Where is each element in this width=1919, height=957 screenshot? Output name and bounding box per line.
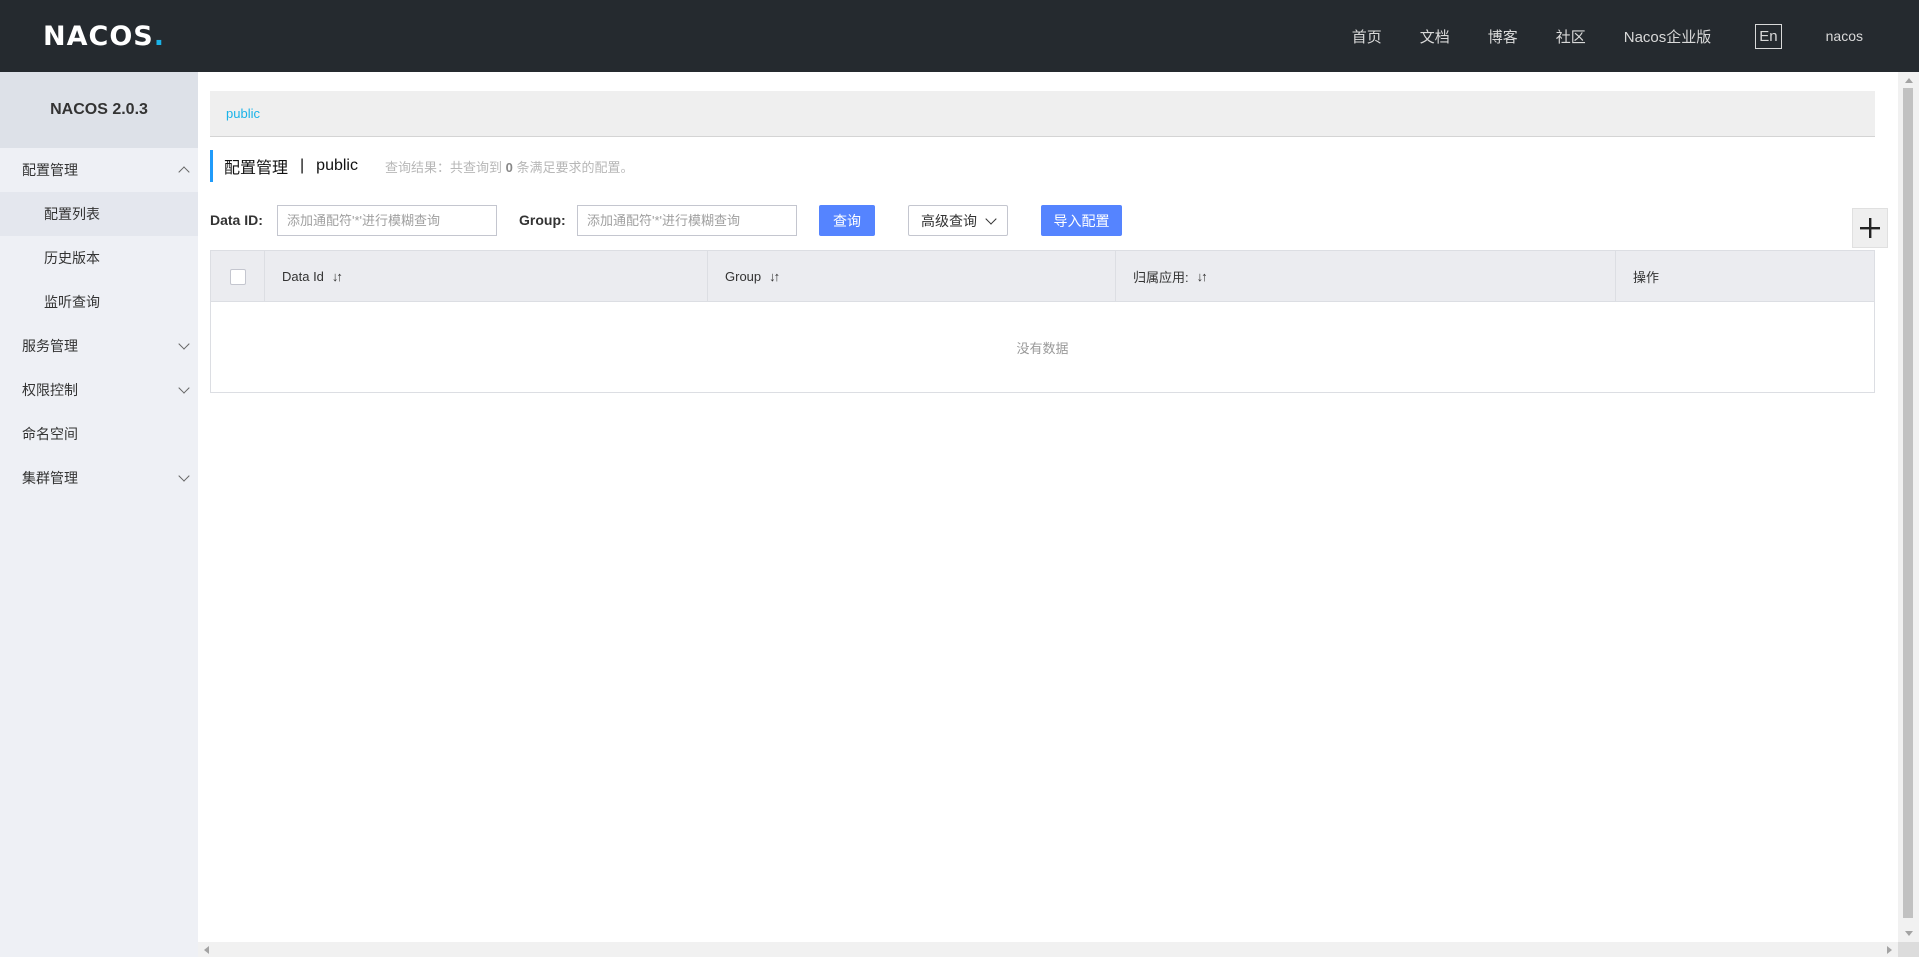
group-label: Group: [519,212,566,228]
user-menu[interactable]: nacos [1826,28,1863,44]
version-label: NACOS 2.0.3 [0,72,198,148]
nav-enterprise[interactable]: Nacos企业版 [1624,26,1712,47]
chevron-down-icon [985,212,997,225]
query-result-text: 查询结果：共查询到 0 条满足要求的配置。 [384,159,634,175]
search-form: Data ID: Group: 查询 高级查询 导入配置 [210,204,1880,236]
nav-blog[interactable]: 博客 [1488,26,1518,47]
config-table: Data Id ↓↑ Group ↓↑ 归属应用: ↓↑ 操作 没有数据 [210,250,1875,393]
vertical-scrollbar[interactable] [1898,72,1919,942]
scroll-up-arrow-icon[interactable] [1905,78,1913,83]
sort-icon[interactable]: ↓↑ [769,269,780,284]
add-config-button[interactable] [1852,208,1888,248]
sidebar-item-listener-query[interactable]: 监听查询 [0,280,198,324]
nacos-logo[interactable]: NA CO S. [43,18,165,54]
language-switch-button[interactable]: En [1755,23,1782,49]
sidebar-item-history-version[interactable]: 历史版本 [0,236,198,280]
sidebar-item-config-list[interactable]: 配置列表 [0,192,198,236]
nav-community[interactable]: 社区 [1556,26,1586,47]
chevron-down-icon [178,338,190,350]
chevron-down-icon [178,382,190,394]
scrollbar-thumb[interactable] [1903,88,1913,918]
query-button[interactable]: 查询 [819,205,875,236]
scroll-down-arrow-icon[interactable] [1905,931,1913,936]
table-header: Data Id ↓↑ Group ↓↑ 归属应用: ↓↑ 操作 [211,251,1874,302]
sort-icon[interactable]: ↓↑ [1197,269,1208,284]
result-count: 0 [505,159,513,175]
sidebar-group-config-management[interactable]: 配置管理 [0,148,198,192]
dataid-label: Data ID: [210,212,263,228]
nav-home[interactable]: 首页 [1352,26,1382,47]
title-separator: | [300,157,305,174]
top-header: NA CO S. 首页 文档 博客 社区 Nacos企业版 En nacos [0,0,1919,72]
scroll-right-arrow-icon[interactable] [1887,946,1892,954]
page-title-text: 配置管理 [224,160,289,177]
namespace-bar: public [210,91,1875,137]
sidebar: NACOS 2.0.3 配置管理 配置列表 历史版本 监听查询 服务管理 权限控… [0,72,198,957]
sidebar-item-namespace[interactable]: 命名空间 [0,412,198,456]
horizontal-scrollbar[interactable] [198,942,1898,957]
import-config-button[interactable]: 导入配置 [1041,205,1122,236]
select-all-cell [211,251,265,302]
sort-icon[interactable]: ↓↑ [332,269,343,284]
dataid-input[interactable] [277,205,497,236]
group-input[interactable] [577,205,797,236]
column-header-data-id[interactable]: Data Id ↓↑ [265,251,708,302]
nav-docs[interactable]: 文档 [1420,26,1450,47]
namespace-link-public[interactable]: public [226,106,260,121]
advanced-query-button[interactable]: 高级查询 [908,205,1008,236]
table-empty-message: 没有数据 [1016,340,1069,356]
scroll-left-arrow-icon[interactable] [204,946,209,954]
sidebar-group-cluster-management[interactable]: 集群管理 [0,456,198,500]
chevron-up-icon [178,166,190,178]
main-content: public 配置管理 | public 查询结果：共查询到 0 条满足要求的配… [198,72,1898,942]
page-title: 配置管理 | public 查询结果：共查询到 0 条满足要求的配置。 [210,150,634,182]
column-header-actions: 操作 [1633,270,1660,285]
top-nav: 首页 文档 博客 社区 Nacos企业版 En nacos [1314,0,1863,72]
chevron-down-icon [178,470,190,482]
column-header-app[interactable]: 归属应用: ↓↑ [1116,251,1616,302]
plus-icon [1860,218,1880,238]
column-header-group[interactable]: Group ↓↑ [708,251,1116,302]
page-title-namespace: public [316,157,358,174]
scrollbar-corner [1898,942,1919,957]
select-all-checkbox[interactable] [230,268,246,285]
sidebar-group-access-control[interactable]: 权限控制 [0,368,198,412]
sidebar-group-service-management[interactable]: 服务管理 [0,324,198,368]
